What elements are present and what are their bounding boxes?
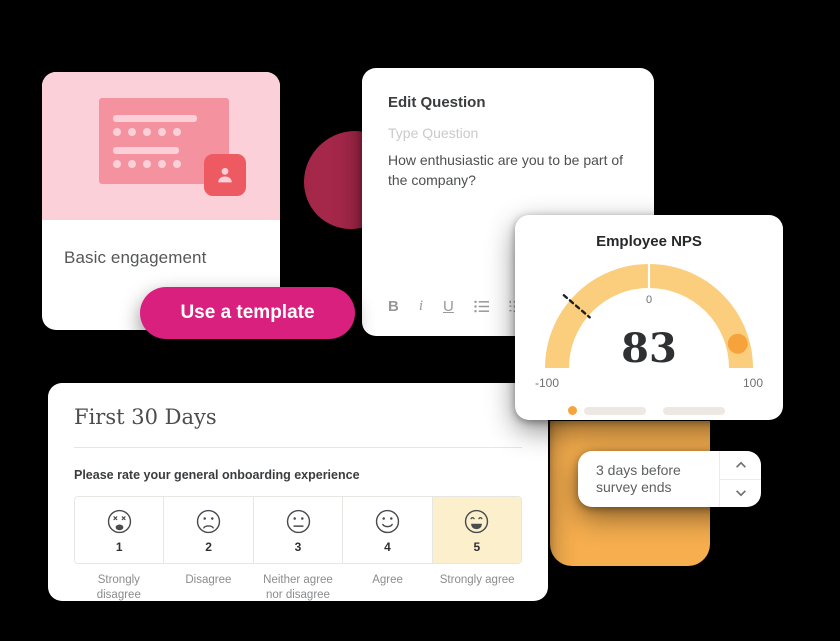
chevron-up-icon — [735, 461, 746, 468]
rating-label-3: Neither agree nor disagree — [263, 574, 333, 601]
illustration-dot — [158, 128, 166, 136]
face-sad-icon — [196, 509, 221, 534]
face-very-happy-icon — [465, 509, 489, 534]
illustration-dot — [128, 160, 136, 168]
edit-question-title: Edit Question — [388, 94, 486, 111]
legend-placeholder-bar — [663, 406, 725, 415]
rating-scale-labels: Strongly disagree Disagree Neither agree… — [74, 573, 522, 601]
illustration-dot — [113, 128, 121, 136]
face-happy-icon — [375, 509, 400, 534]
underline-icon[interactable]: U — [443, 299, 454, 314]
rating-label-5: Strongly agree — [439, 574, 515, 586]
employee-nps-card: Employee NPS 0 83 -100 100 — [515, 215, 783, 420]
rating-option-1[interactable]: 1 — [75, 497, 165, 563]
illustration-dot — [128, 128, 136, 136]
use-template-button[interactable]: Use a template — [140, 287, 355, 339]
illustration-dot-row — [113, 128, 181, 136]
survey-card: First 30 Days Please rate your general o… — [48, 383, 548, 601]
rating-option-4[interactable]: 4 — [343, 497, 433, 563]
nps-legend — [568, 406, 730, 415]
illustration-line — [113, 115, 197, 122]
rating-option-number: 3 — [294, 540, 302, 554]
legend-dot-icon — [568, 406, 577, 415]
illustration-dot — [143, 160, 151, 168]
survey-question: Please rate your general onboarding expe… — [74, 468, 360, 482]
face-very-sad-icon — [107, 509, 131, 534]
stepper-increment-button[interactable] — [720, 451, 761, 479]
person-badge-icon — [204, 154, 246, 196]
gauge-min-label: -100 — [535, 376, 560, 390]
nps-score-value: 83 — [621, 325, 677, 372]
illustration-line — [113, 147, 179, 154]
gauge-midpoint-label: 0 — [645, 294, 653, 306]
illustration-dot — [113, 160, 121, 168]
rating-option-number: 5 — [473, 540, 481, 554]
rating-label-4: Agree — [372, 574, 403, 586]
stepper-value-text: 3 days before survey ends — [596, 461, 681, 496]
question-input-placeholder[interactable]: Type Question — [362, 111, 654, 141]
illustration-dot — [158, 160, 166, 168]
illustration-dot — [143, 128, 151, 136]
face-neutral-icon — [286, 509, 310, 534]
screenshot-stage: Basic engagement Use a template Edit Que… — [0, 0, 840, 641]
gauge-axis-labels: -100 100 — [535, 376, 763, 390]
italic-icon[interactable]: i — [419, 299, 423, 314]
rating-option-number: 4 — [384, 540, 391, 554]
survey-reminder-stepper: 3 days before survey ends — [578, 451, 761, 507]
nps-card-title: Employee NPS — [596, 233, 702, 250]
survey-title: First 30 Days — [74, 405, 217, 429]
nps-gauge: 0 83 — [541, 262, 757, 374]
stepper-decrement-button[interactable] — [720, 478, 761, 508]
bold-icon[interactable]: B — [388, 299, 399, 314]
question-text[interactable]: How enthusiastic are you to be part of t… — [362, 141, 654, 191]
rating-option-number: 1 — [115, 540, 123, 554]
bullet-list-icon[interactable] — [474, 299, 489, 314]
rating-option-2[interactable]: 2 — [164, 497, 254, 563]
rating-option-5[interactable]: 5 — [432, 497, 521, 563]
rating-label-2: Disagree — [185, 574, 232, 586]
illustration-dot — [173, 128, 181, 136]
illustration-dot — [173, 160, 181, 168]
legend-placeholder-bar — [584, 406, 646, 415]
formatting-toolbar: B i U — [388, 299, 524, 314]
rating-label-1: Strongly disagree — [96, 574, 141, 601]
rating-option-3[interactable]: 3 — [253, 497, 344, 563]
template-illustration — [42, 72, 280, 220]
rating-scale: 1 2 3 4 5 — [74, 496, 522, 564]
illustration-dot-row — [113, 160, 181, 168]
gauge-max-label: 100 — [742, 376, 763, 390]
stepper-buttons — [719, 451, 761, 507]
chevron-down-icon — [735, 490, 746, 497]
template-card-title: Basic engagement — [64, 248, 207, 267]
rating-option-number: 2 — [205, 540, 212, 554]
